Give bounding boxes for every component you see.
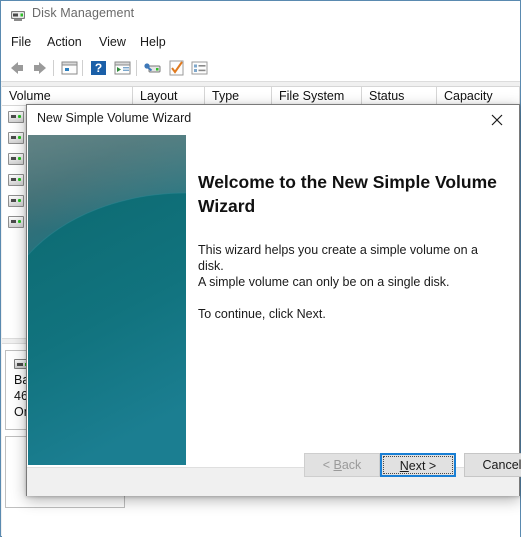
back-button-prefix: < bbox=[322, 458, 334, 472]
back-button-label: < Back bbox=[323, 458, 362, 472]
dialog-footer: < Back Next > Cancel bbox=[27, 453, 521, 496]
back-button[interactable]: < Back bbox=[304, 453, 380, 477]
back-button-accelerator: B bbox=[333, 458, 342, 472]
menu-action[interactable]: Action bbox=[42, 33, 87, 51]
close-icon[interactable] bbox=[475, 105, 519, 133]
toolbar-separator bbox=[136, 60, 137, 76]
window-title: Disk Management bbox=[32, 6, 135, 20]
next-button-accelerator: N bbox=[399, 459, 409, 473]
menu-file[interactable]: File bbox=[6, 33, 36, 51]
dialog-titlebar: New Simple Volume Wizard bbox=[27, 105, 519, 134]
new-simple-volume-wizard-dialog: New Simple Volume Wizard Welcome to the … bbox=[26, 104, 521, 496]
rescan-disks-icon[interactable] bbox=[142, 58, 163, 78]
volume-icon bbox=[8, 195, 24, 207]
dialog-body: Welcome to the New Simple Volume Wizard … bbox=[27, 134, 519, 467]
help-icon[interactable]: ? bbox=[88, 58, 109, 78]
up-one-level-icon[interactable] bbox=[59, 58, 80, 78]
properties-icon[interactable] bbox=[166, 58, 187, 78]
wizard-paragraph-1: This wizard helps you create a simple vo… bbox=[198, 243, 478, 273]
svg-text:?: ? bbox=[95, 61, 102, 75]
back-icon[interactable] bbox=[7, 58, 28, 78]
menu-help[interactable]: Help bbox=[135, 33, 171, 51]
volume-icon bbox=[8, 216, 24, 228]
page-title: Welcome to the New Simple Volume Wizard bbox=[198, 172, 497, 216]
show-hide-tree-icon[interactable] bbox=[112, 58, 133, 78]
window-titlebar: Disk Management bbox=[1, 1, 520, 30]
toolbar-separator bbox=[53, 60, 54, 76]
cancel-button[interactable]: Cancel bbox=[464, 453, 521, 477]
wizard-content: Welcome to the New Simple Volume Wizard … bbox=[186, 134, 519, 467]
dialog-title: New Simple Volume Wizard bbox=[37, 111, 192, 125]
screen: Disk Management File Action View Help ? … bbox=[0, 0, 521, 537]
next-button-suffix: ext > bbox=[408, 459, 437, 473]
next-button-label: Next > bbox=[400, 459, 436, 473]
volume-icon bbox=[8, 174, 24, 186]
next-button[interactable]: Next > bbox=[380, 453, 456, 477]
list-view-icon[interactable] bbox=[189, 58, 210, 78]
wizard-banner-image bbox=[28, 135, 186, 465]
wizard-paragraph-3: To continue, click Next. bbox=[198, 307, 326, 321]
volume-icon bbox=[8, 132, 24, 144]
forward-icon[interactable] bbox=[29, 58, 50, 78]
back-button-suffix: ack bbox=[341, 458, 362, 472]
menu-view[interactable]: View bbox=[94, 33, 131, 51]
volume-icon bbox=[8, 153, 24, 165]
cancel-button-label: Cancel bbox=[482, 458, 521, 472]
volume-list-column-headers: Volume Layout Type File System Status Ca… bbox=[2, 86, 520, 106]
toolbar-separator bbox=[82, 60, 83, 76]
volume-icon bbox=[8, 111, 24, 123]
menubar: File Action View Help bbox=[1, 30, 520, 55]
toolbar: ? bbox=[1, 55, 520, 82]
disk-drive-icon bbox=[10, 8, 26, 23]
wizard-paragraph-2: A simple volume can only be on a single … bbox=[198, 275, 450, 289]
